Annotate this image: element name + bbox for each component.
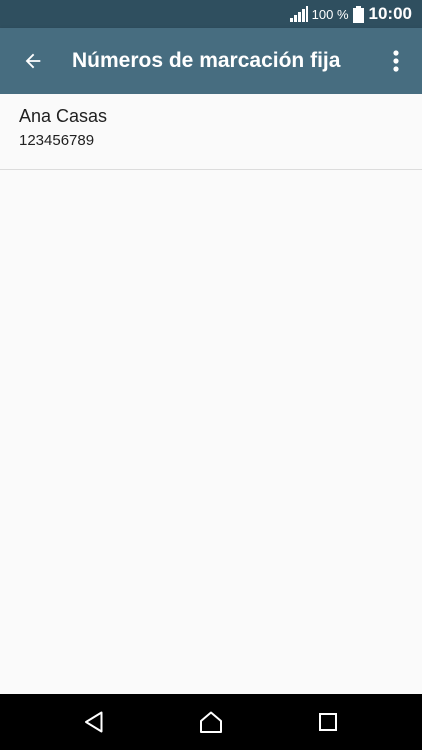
battery-percent: 100 %	[311, 6, 349, 22]
list-item[interactable]: Ana Casas 123456789	[0, 94, 422, 170]
more-options-button[interactable]	[374, 38, 418, 84]
signal-bars-icon	[289, 6, 308, 22]
back-button[interactable]	[10, 38, 56, 84]
home-icon	[200, 711, 222, 733]
app-bar: Números de marcación fija	[0, 28, 422, 94]
triangle-back-icon	[85, 711, 103, 733]
nav-recents-button[interactable]	[298, 694, 358, 750]
page-title: Números de marcación fija	[72, 49, 341, 72]
status-time: 10:00	[368, 4, 412, 23]
more-vertical-icon	[393, 50, 399, 72]
contact-name: Ana Casas	[19, 106, 108, 126]
contact-number: 123456789	[19, 132, 95, 149]
arrow-left-icon	[25, 53, 41, 69]
fixed-dialing-list: Ana Casas 123456789	[0, 94, 422, 694]
navigation-bar	[0, 694, 422, 750]
status-bar: 100 % 10:00	[0, 0, 422, 28]
status-indicators: 100 % 10:00	[289, 0, 412, 28]
square-recents-icon	[319, 713, 337, 731]
battery-full-icon	[352, 5, 364, 23]
nav-back-button[interactable]	[64, 694, 124, 750]
nav-home-button[interactable]	[181, 694, 241, 750]
